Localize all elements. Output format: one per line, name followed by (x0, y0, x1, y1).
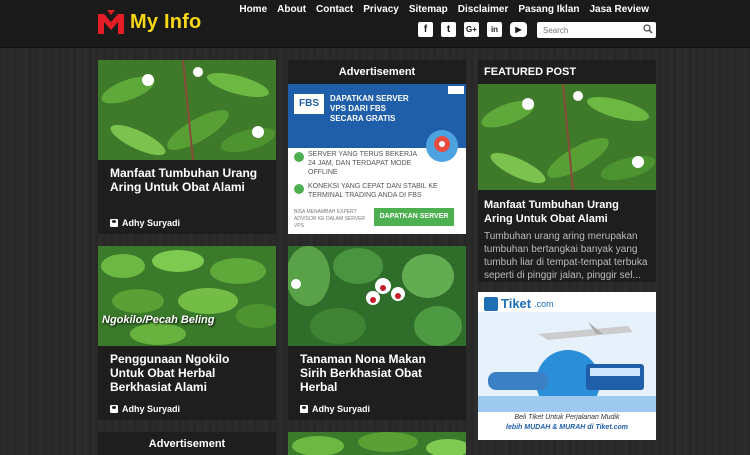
search-input[interactable] (537, 22, 656, 38)
tiket-line-2: lebih MUDAH & MURAH di Tiket.com (506, 424, 628, 431)
author-name: Adhy Suryadi (122, 404, 181, 414)
tiket-brand: Tiket (501, 296, 532, 311)
image-caption: Ngokilo/Pecah Beling (102, 314, 215, 326)
tiket-ad[interactable]: Tiket .com Beli Tiket Untuk Perjalanan M… (478, 292, 656, 440)
ad-button[interactable]: DAPATKAN SERVER (374, 208, 454, 226)
post-title[interactable]: Penggunaan Ngokilo Untuk Obat Herbal Ber… (110, 352, 264, 394)
check-icon (294, 184, 304, 194)
post-author[interactable]: Adhy Suryadi (110, 218, 180, 228)
tiket-logo: Tiket .com (484, 296, 554, 311)
map-pin-icon (426, 130, 458, 162)
post-title[interactable]: Manfaat Tumbuhan Urang Aring Untuk Obat … (110, 166, 264, 194)
ad-point-1: SERVER YANG TERUS BEKERJA 24 JAM, DAN TE… (308, 151, 417, 176)
post-card[interactable]: Ngokilo/Pecah Beling Penggunaan Ngokilo … (98, 246, 276, 420)
nav-pasang-iklan[interactable]: Pasang Iklan (513, 4, 584, 16)
post-image[interactable] (98, 60, 276, 160)
linkedin-icon[interactable]: in (487, 22, 502, 37)
site-logo[interactable]: My Info (98, 10, 201, 34)
post-card[interactable]: Tanaman Nona Makan Sirih Berkhasiat Obat… (288, 246, 466, 420)
travel-illustration (478, 312, 656, 412)
post-card[interactable]: Manfaat Tumbuhan Urang Aring Untuk Obat … (98, 60, 276, 234)
nav-about[interactable]: About (272, 4, 311, 16)
author-name: Adhy Suryadi (122, 218, 181, 228)
ad-small-text: BISA MENAMBAH EXPERT ADVISOR KE DALAM SE… (294, 209, 366, 229)
featured-post: FEATURED POST Manfaat Tumbuhan Urang Ari… (478, 60, 656, 282)
tiket-logo-icon (484, 296, 498, 311)
featured-label: FEATURED POST (484, 66, 577, 78)
post-card[interactable] (288, 432, 466, 455)
nav-home[interactable]: Home (234, 4, 272, 16)
site-title: My Info (130, 10, 202, 33)
social-links: f t G+ in ▶ (418, 22, 527, 37)
featured-excerpt: Tumbuhan urang aring merupakan tumbuhan … (484, 231, 648, 281)
user-icon (110, 405, 118, 413)
post-image[interactable] (288, 432, 466, 455)
ad-label: Advertisement (338, 66, 416, 78)
main-nav: Home About Contact Privacy Sitemap Discl… (234, 4, 654, 16)
post-author[interactable]: Adhy Suryadi (110, 404, 180, 414)
site-header: My Info Home About Contact Privacy Sitem… (0, 0, 750, 48)
search-icon[interactable] (643, 24, 653, 34)
check-icon (294, 152, 304, 162)
user-icon (110, 219, 118, 227)
nav-privacy[interactable]: Privacy (358, 4, 404, 16)
fbs-logo: FBS (294, 94, 324, 114)
youtube-icon[interactable]: ▶ (510, 22, 527, 37)
post-title[interactable]: Tanaman Nona Makan Sirih Berkhasiat Obat… (300, 352, 454, 394)
featured-image[interactable] (478, 84, 656, 190)
user-icon (300, 405, 308, 413)
tiket-line-1: Beli Tiket Untuk Perjalanan Mudik (514, 414, 620, 421)
featured-title[interactable]: Manfaat Tumbuhan Urang Aring Untuk Obat … (484, 198, 650, 226)
post-image[interactable] (98, 246, 276, 346)
ad-point-2: KONEKSI YANG CEPAT DAN STABIL KE TERMINA… (308, 183, 438, 199)
post-author[interactable]: Adhy Suryadi (300, 404, 370, 414)
adchoices-icon[interactable] (448, 86, 464, 94)
nav-disclaimer[interactable]: Disclaimer (453, 4, 514, 16)
logo-icon (98, 10, 124, 34)
ad-card-bottom: Advertisement (98, 432, 276, 455)
post-image[interactable] (288, 246, 466, 346)
tiket-brand-suffix: .com (534, 298, 554, 309)
twitter-icon[interactable]: t (441, 22, 456, 37)
author-name: Adhy Suryadi (312, 404, 371, 414)
nav-jasa-review[interactable]: Jasa Review (585, 4, 655, 16)
facebook-icon[interactable]: f (418, 22, 433, 37)
nav-sitemap[interactable]: Sitemap (404, 4, 453, 16)
google-plus-icon[interactable]: G+ (464, 22, 479, 37)
ad-headline: DAPATKAN SERVER VPS DARI FBS SECARA GRAT… (330, 94, 409, 123)
nav-contact[interactable]: Contact (311, 4, 358, 16)
ad-label-bottom: Advertisement (148, 438, 226, 450)
